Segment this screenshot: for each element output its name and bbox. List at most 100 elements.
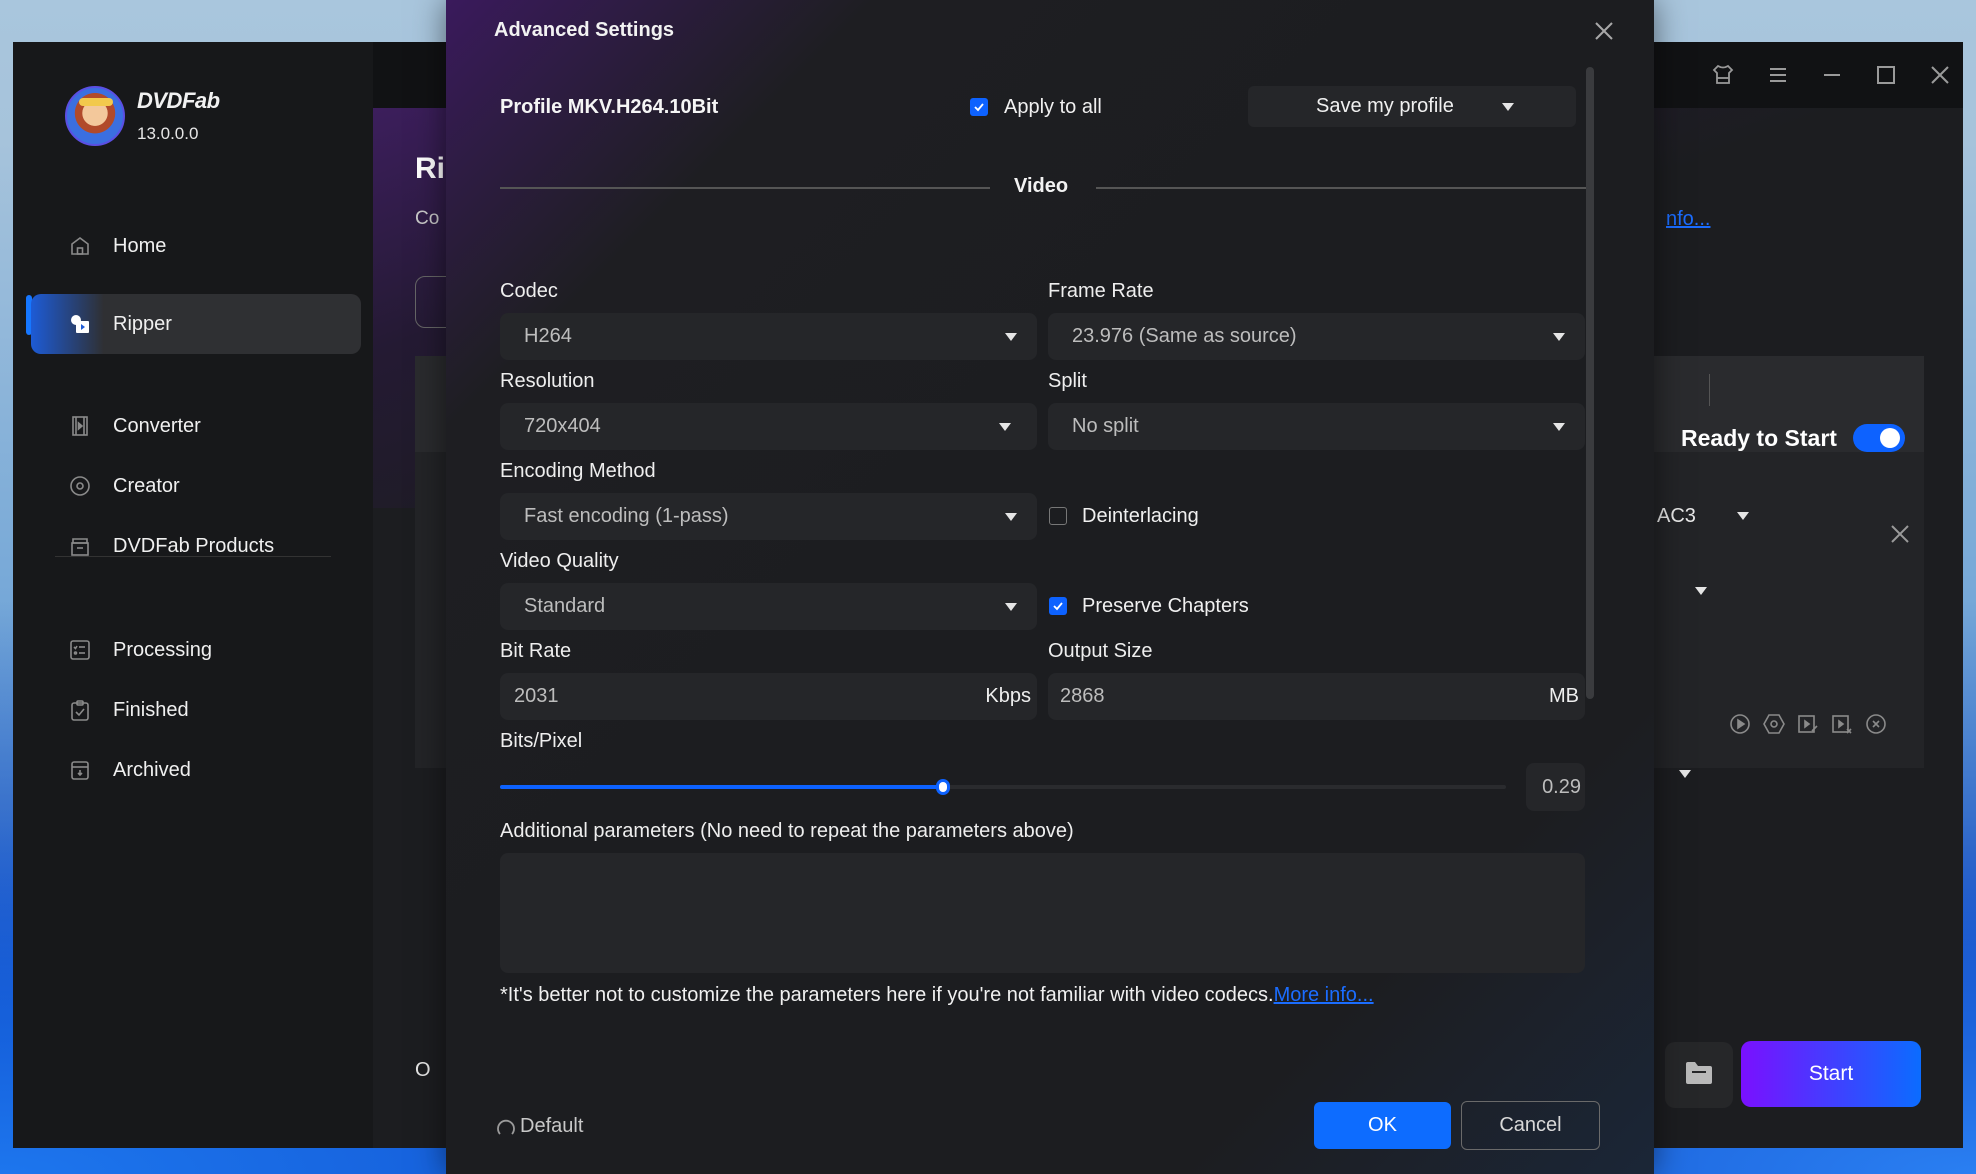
bit-rate-input[interactable] [500, 673, 930, 720]
brand-name: DVDFab [137, 88, 220, 113]
minimize-icon[interactable] [1817, 60, 1847, 90]
additional-params-textarea[interactable] [500, 853, 1585, 973]
play-icon[interactable] [1728, 712, 1752, 736]
maximize-icon[interactable] [1871, 60, 1901, 90]
check-icon [974, 103, 984, 112]
start-button[interactable]: Start [1741, 1041, 1921, 1107]
video-trim-icon[interactable] [1830, 712, 1854, 736]
sidebar-item-archived[interactable]: Archived [31, 740, 361, 800]
bits-per-pixel-slider[interactable] [500, 779, 1506, 795]
skin-icon[interactable] [1708, 60, 1738, 90]
dialog-close-icon[interactable] [1590, 17, 1618, 45]
dialog-title: Advanced Settings [494, 19, 675, 41]
ok-button[interactable]: OK [1314, 1102, 1451, 1149]
more-info-link[interactable]: More info... [1274, 984, 1374, 1006]
chevron-down-icon [1005, 513, 1017, 521]
clipboard-check-icon [69, 699, 91, 721]
apply-to-all-label: Apply to all [1004, 96, 1102, 118]
codec-warning-note: *It's better not to customize the parame… [500, 984, 1374, 1007]
settings-icon[interactable] [1762, 712, 1786, 736]
save-my-profile-dropdown[interactable]: Save my profile [1248, 86, 1576, 127]
frame-rate-select[interactable]: 23.976 (Same as source) [1048, 313, 1585, 360]
section-title-video: Video [1014, 175, 1069, 197]
note-text: *It's better not to customize the parame… [500, 984, 1274, 1006]
archive-icon [69, 759, 91, 781]
sidebar-item-label: Archived [113, 758, 191, 781]
default-button[interactable]: Default [496, 1115, 583, 1138]
dialog-scrollbar[interactable] [1586, 67, 1594, 699]
preserve-chapters-checkbox[interactable] [1049, 597, 1067, 615]
output-directory-label: O [415, 1059, 431, 1081]
page-title: Ri [415, 152, 445, 185]
sidebar-item-home[interactable]: Home [31, 216, 361, 276]
ripper-icon [69, 313, 91, 335]
codec-select[interactable]: H264 [500, 313, 1037, 360]
chevron-down-icon [1502, 103, 1514, 111]
sidebar-item-converter[interactable]: Converter [31, 396, 361, 456]
bit-rate-unit: Kbps [985, 685, 1031, 707]
slider-thumb[interactable] [935, 779, 950, 795]
advanced-settings-dialog: Advanced Settings Profile MKV.H264.10Bit… [446, 0, 1654, 1174]
task-close-icon[interactable] [1888, 522, 1912, 546]
video-quality-select[interactable]: Standard [500, 583, 1037, 630]
sidebar-item-label: Processing [113, 638, 212, 661]
sidebar-item-creator[interactable]: Creator [31, 456, 361, 516]
output-size-unit: MB [1549, 685, 1579, 707]
chevron-down-icon [1553, 423, 1565, 431]
chevron-down-icon [999, 423, 1011, 431]
folder-icon [1684, 1060, 1714, 1091]
encoding-method-select[interactable]: Fast encoding (1-pass) [500, 493, 1037, 540]
bit-rate-field[interactable]: Kbps [500, 673, 1037, 720]
sidebar-item-label: Creator [113, 474, 180, 497]
chevron-down-icon [1005, 603, 1017, 611]
check-icon [1053, 602, 1063, 611]
codec-value: H264 [524, 325, 572, 347]
bits-per-pixel-value[interactable]: 0.29 [1526, 763, 1585, 811]
remove-task-icon[interactable] [1864, 712, 1888, 736]
menu-icon[interactable] [1763, 60, 1793, 90]
profile-dropdown-caret-icon[interactable] [1679, 770, 1691, 778]
default-label: Default [520, 1115, 584, 1137]
resolution-value: 720x404 [524, 415, 601, 437]
more-info-link[interactable]: nfo... [1666, 208, 1710, 231]
encoding-method-value: Fast encoding (1-pass) [524, 505, 729, 527]
deinterlacing-checkbox[interactable] [1049, 507, 1067, 525]
sidebar-item-dvdfab-products[interactable]: DVDFab Products [31, 516, 361, 576]
split-label: Split [1048, 370, 1087, 392]
split-select[interactable]: No split [1048, 403, 1585, 450]
output-size-input[interactable] [1048, 673, 1478, 720]
additional-params-label: Additional parameters (No need to repeat… [500, 820, 1074, 842]
subtitle-dropdown-caret-icon[interactable] [1695, 587, 1707, 595]
chevron-down-icon [1553, 333, 1565, 341]
bits-per-pixel-label: Bits/Pixel [500, 730, 583, 752]
slider-fill [500, 785, 943, 789]
video-edit-icon[interactable] [1796, 712, 1820, 736]
ready-to-start-toggle[interactable] [1853, 424, 1905, 452]
apply-to-all-checkbox[interactable] [970, 98, 988, 116]
output-size-field[interactable]: MB [1048, 673, 1585, 720]
close-window-icon[interactable] [1925, 60, 1955, 90]
cancel-button[interactable]: Cancel [1461, 1101, 1600, 1150]
sidebar-item-label: Converter [113, 414, 201, 437]
codec-label: Codec [500, 280, 558, 302]
home-icon [69, 235, 91, 257]
dvdfab-mascot-icon [65, 86, 125, 146]
resolution-label: Resolution [500, 370, 595, 392]
profile-name: Profile MKV.H264.10Bit [500, 96, 719, 118]
sidebar-item-finished[interactable]: Finished [31, 680, 361, 740]
frame-rate-label: Frame Rate [1048, 280, 1154, 302]
video-quality-label: Video Quality [500, 550, 619, 572]
disc-icon [69, 475, 91, 497]
sidebar-item-processing[interactable]: Processing [31, 620, 361, 680]
sidebar-item-label: Finished [113, 698, 189, 721]
sidebar-item-label: Home [113, 234, 167, 257]
sidebar-item-ripper[interactable]: Ripper [31, 294, 361, 354]
deinterlacing-label: Deinterlacing [1082, 505, 1199, 527]
task-actions [1728, 712, 1888, 736]
audio-dropdown-caret-icon[interactable] [1737, 512, 1749, 520]
reset-icon [496, 1117, 516, 1137]
folder-button[interactable] [1665, 1042, 1733, 1108]
frame-rate-value: 23.976 (Same as source) [1072, 325, 1297, 347]
resolution-select[interactable]: 720x404 [500, 403, 1037, 450]
section-divider-left [500, 187, 990, 189]
